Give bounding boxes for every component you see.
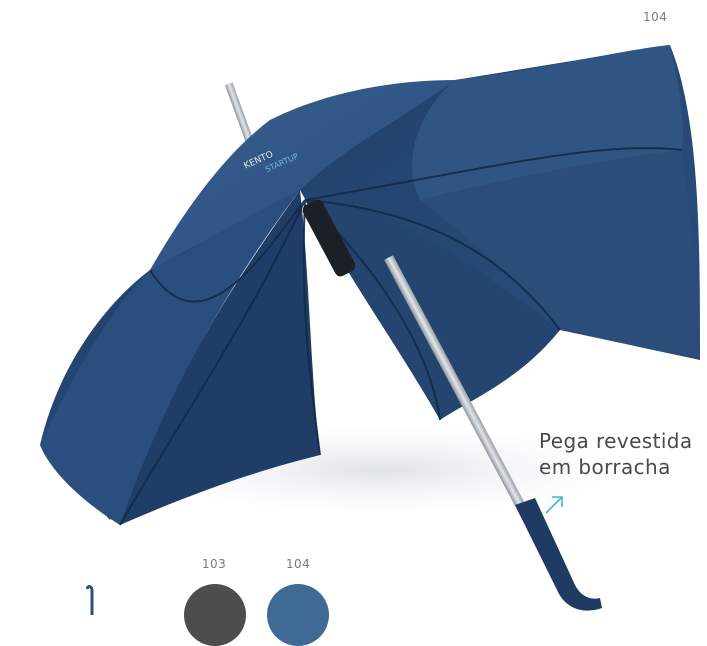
color-swatch-104[interactable] <box>267 584 329 646</box>
product-page: 104 KENTO STARTUP Pega revestida em borr… <box>0 0 707 646</box>
handle-thumbnail <box>86 585 94 615</box>
swatch-label-104: 104 <box>286 557 311 571</box>
arrow-up-right-icon <box>545 496 563 514</box>
callout-line-1: Pega revestida <box>539 429 693 453</box>
umbrella-image: KENTO STARTUP <box>40 45 700 611</box>
feature-callout: Pega revestida em borracha <box>539 428 693 480</box>
swatch-label-103: 103 <box>202 557 227 571</box>
umbrella-tip <box>224 82 254 142</box>
callout-line-2: em borracha <box>539 455 671 479</box>
color-swatch-103[interactable] <box>184 584 246 646</box>
